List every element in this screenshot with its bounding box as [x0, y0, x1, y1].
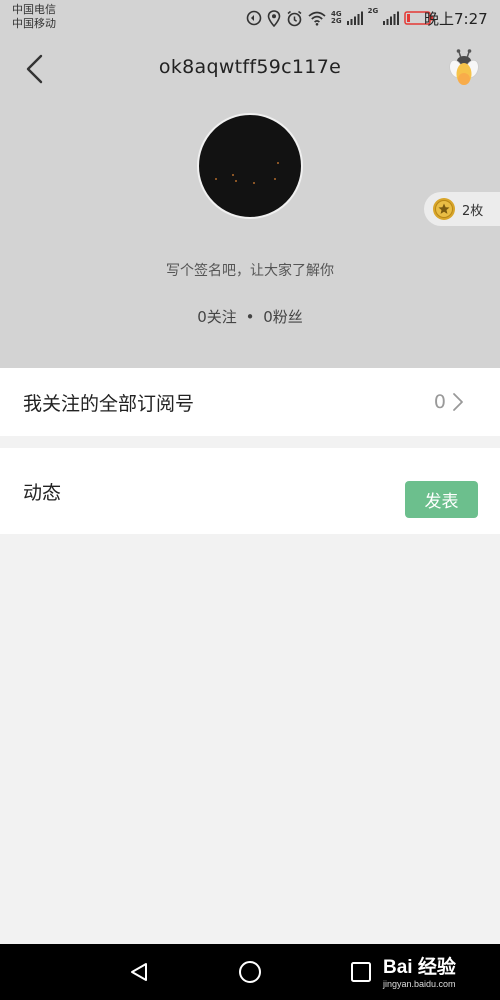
- coin-star-icon: [433, 198, 455, 220]
- stats-separator: •: [245, 308, 255, 326]
- signature-placeholder[interactable]: 写个签名吧，让大家了解你: [0, 260, 500, 280]
- status-icons: 4G 2G 2G: [246, 7, 434, 29]
- alarm-icon: [286, 10, 303, 27]
- feed-row: 动态 发表: [0, 448, 500, 534]
- nav-back-button[interactable]: [125, 958, 153, 986]
- carrier-2: 中国移动: [12, 17, 56, 30]
- clock-time: 晚上7:27: [424, 10, 488, 28]
- status-bar: 中国电信 中国移动 4G 2G 2G 晚上7:27: [0, 0, 500, 36]
- coin-badge[interactable]: 2枚: [424, 192, 500, 226]
- subscriptions-count: 0: [433, 391, 446, 413]
- profile-header: 中国电信 中国移动 4G 2G 2G 晚上7:27 ok8aqwtff59c11…: [0, 0, 500, 368]
- watermark-brand: Bai 经验: [383, 957, 456, 978]
- baidu-jingyan-watermark: Bai 经验 jingyan.baidu.com: [383, 950, 495, 994]
- firefly-icon: [449, 49, 479, 85]
- carrier-1: 中国电信: [12, 3, 56, 16]
- firefly-button[interactable]: [446, 46, 482, 92]
- nav-home-button[interactable]: [236, 958, 264, 986]
- navigation-bar: Bai 经验 jingyan.baidu.com: [0, 944, 500, 1000]
- back-triangle-icon: [131, 963, 147, 981]
- location-icon: [267, 9, 281, 27]
- network-tag-2g-b: 2G: [367, 7, 379, 15]
- following-count[interactable]: 0关注: [197, 308, 237, 326]
- network-tag-2g-a: 2G: [331, 17, 342, 25]
- data-saver-icon: [246, 10, 262, 26]
- publish-button[interactable]: 发表: [405, 481, 478, 518]
- follow-stats: 0关注 • 0粉丝: [0, 306, 500, 327]
- feed-label: 动态: [23, 481, 62, 504]
- avatar[interactable]: [197, 113, 303, 219]
- nav-recent-button[interactable]: [347, 958, 375, 986]
- recent-square-icon: [351, 962, 371, 982]
- back-button[interactable]: [18, 51, 50, 87]
- watermark-url: jingyan.baidu.com: [383, 979, 456, 989]
- chevron-left-icon: [26, 54, 43, 84]
- signal-icon-1: [346, 11, 363, 25]
- chevron-right-icon: [453, 393, 463, 411]
- signal-icon-2: [383, 11, 400, 25]
- followers-count[interactable]: 0粉丝: [263, 308, 303, 326]
- coin-count: 2枚: [462, 203, 484, 219]
- subscriptions-row[interactable]: 我关注的全部订阅号 0: [0, 368, 500, 436]
- wifi-icon: [308, 11, 326, 26]
- home-circle-icon: [239, 961, 261, 983]
- nickname-title: ok8aqwtff59c117e: [158, 56, 342, 78]
- subscriptions-label: 我关注的全部订阅号: [23, 392, 195, 415]
- network-type-1: 4G 2G: [331, 11, 342, 25]
